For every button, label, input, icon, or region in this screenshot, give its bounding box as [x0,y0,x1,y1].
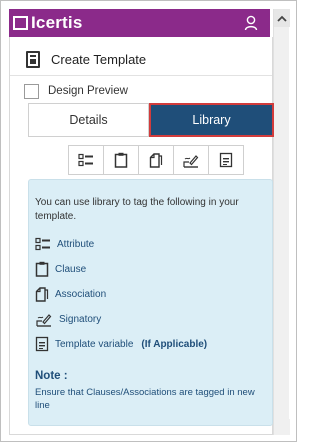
library-item-clause: Clause [35,261,86,277]
create-template-panel: Create Template Design Preview Details L… [9,37,274,435]
library-item-template-variable: Template variable (If Applicable) [35,336,207,352]
panel-header: Create Template [10,45,272,73]
title-bar: Icertis [9,9,270,37]
library-item-attribute: Attribute [35,236,94,252]
vertical-scrollbar[interactable] [273,9,290,435]
library-item-label: Signatory [59,313,102,325]
template-variable-filter-button[interactable] [208,145,244,175]
signatory-icon [36,314,52,327]
scroll-down-button[interactable] [274,419,290,435]
attribute-filter-button[interactable] [68,145,104,175]
header-divider [10,75,272,76]
library-icon-toolbar [68,145,248,175]
clause-icon [114,152,128,168]
library-item-label: Association [55,288,107,300]
clause-icon [35,261,49,277]
template-variable-icon [219,152,233,168]
page-title: Create Template [51,51,147,67]
library-item-signatory: Signatory [35,311,101,327]
icertis-logo: Icertis [13,13,83,33]
library-item-label: Template variable [55,338,134,350]
scroll-up-button[interactable] [274,9,290,27]
library-intro-text: You can use library to tag the following… [35,197,239,222]
chevron-up-icon [277,15,287,22]
library-item-label: Attribute [57,238,95,250]
app-window: Icertis Create Template Design Preview D… [0,0,297,442]
logo-square-icon [13,16,28,30]
template-icon [26,50,40,68]
design-preview-checkbox[interactable] [24,83,39,99]
logo-text: Icertis [31,13,83,32]
design-preview-row: Design Preview [24,81,128,101]
design-preview-label: Design Preview [48,85,128,97]
user-icon[interactable] [244,15,258,31]
association-filter-button[interactable] [138,145,174,175]
association-icon [149,153,163,168]
tab-details[interactable]: Details [28,103,149,137]
clause-filter-button[interactable] [103,145,139,175]
tab-bar: Details Library [28,103,274,137]
signatory-icon [183,155,199,168]
library-item-label: Clause [55,263,87,275]
note-text: Ensure that Clauses/Associations are tag… [35,387,255,411]
tab-library[interactable]: Library [149,103,274,137]
attribute-icon [78,153,93,167]
library-item-qualifier: (If Applicable) [141,338,208,350]
library-item-association: Association [35,286,106,302]
signatory-filter-button[interactable] [173,145,209,175]
association-icon [35,287,49,302]
library-info-box: You can use library to tag the following… [28,179,273,426]
template-variable-icon [35,336,49,352]
attribute-icon [35,237,50,251]
note-title: Note : [35,370,68,382]
